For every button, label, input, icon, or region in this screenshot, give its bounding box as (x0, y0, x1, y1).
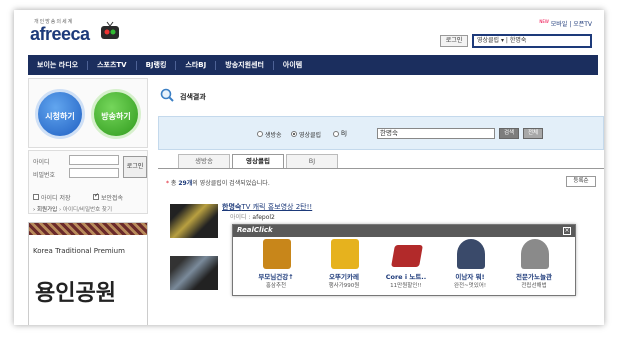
ad-item[interactable]: 오뚜기카레 행사가990원 (313, 239, 375, 295)
open-tv-link[interactable]: 오픈TV (573, 21, 592, 28)
realclick-header (233, 225, 575, 237)
realclick-logo: RealClick (237, 226, 273, 234)
radio-bj-label: BJ (341, 130, 347, 137)
ad-item[interactable]: 전문가노늘관 전립선해법 (503, 239, 565, 295)
search-button[interactable]: 검색 (499, 128, 519, 139)
password-label: 비밀번호 (33, 172, 56, 179)
account-links: › 회원가입 › 아이디/비밀번호 찾기 (33, 205, 112, 213)
search-query-input[interactable]: 한명숙 (377, 128, 495, 139)
ad-item[interactable]: 이남자 뭐! 완전~멋있어! (439, 239, 501, 295)
top-link-separator: | (569, 21, 572, 28)
nav-item-items[interactable]: 아이템 (274, 60, 311, 70)
realclick-ad-popup: RealClick × 부모님건강↑ 홍삼추천 오뚜기카레 행사가990원 Co… (232, 224, 576, 296)
tab-live[interactable]: 생방송 (178, 154, 230, 168)
password-field[interactable] (69, 168, 119, 178)
video-title-link[interactable]: 한명숙TV 캐릭 홍보영상 2탄!! (222, 202, 312, 212)
radio-clip[interactable] (291, 131, 297, 137)
id-field[interactable] (69, 155, 119, 165)
tab-bj[interactable]: BJ (286, 154, 338, 168)
mobile-link[interactable]: 모바일 (551, 21, 568, 28)
join-link[interactable]: › 회원가입 (33, 207, 57, 213)
tv-logo-icon (101, 21, 119, 39)
page-title: 검색결과 (180, 93, 206, 101)
radio-live[interactable] (257, 131, 263, 137)
browser-page: 개인방송의세계 afreeca NEW 모바일 | 오픈TV 로그인 영상클립 … (14, 10, 604, 325)
radio-bj[interactable] (333, 131, 339, 137)
secure-login-checkbox[interactable]: ✓ (93, 192, 99, 200)
search-icon (160, 88, 174, 102)
side-advertisement[interactable]: Korea Traditional Premium 용인공원 (28, 222, 148, 325)
ad-item[interactable]: 부모님건강↑ 홍삼추천 (245, 239, 307, 295)
ad-pattern-border (29, 223, 147, 235)
tab-clip[interactable]: 영상클립 (232, 154, 284, 168)
save-id-label: 아이디 저장 (41, 195, 71, 202)
login-panel: 아이디 비밀번호 로그인 아이디 저장 ✓ 보안접속 › 회원가입 › 아이디/… (28, 150, 148, 214)
find-account-link[interactable]: › 아이디/비밀번호 찾기 (59, 207, 112, 213)
result-count: * 총 29개의 영상클립이 검색되었습니다. (166, 180, 270, 187)
tab-divider (158, 168, 604, 169)
broadcast-button[interactable]: 방송하기 (91, 89, 141, 139)
laptop-product-image (391, 245, 423, 267)
video-thumbnail[interactable] (170, 204, 218, 238)
sort-button[interactable]: 등록순 (566, 176, 596, 187)
nav-item-radio[interactable]: 보이는 라디오 (28, 60, 87, 70)
curry-product-image (331, 239, 359, 269)
id-label: 아이디 (33, 159, 50, 166)
video-thumbnail[interactable] (170, 256, 218, 290)
doctor-portrait-image (521, 239, 549, 269)
watch-button[interactable]: 시청하기 (35, 89, 85, 139)
man-portrait-image (457, 239, 485, 269)
all-button[interactable]: 전체 (523, 128, 543, 139)
ad-item[interactable]: Core i 노트.. 11만원할인!! (375, 239, 437, 295)
close-icon[interactable]: × (563, 227, 571, 235)
nav-item-bj-ranking[interactable]: BJ랭킹 (137, 60, 176, 70)
ginseng-product-image (263, 239, 291, 269)
login-submit-button[interactable]: 로그인 (123, 156, 147, 178)
top-links: NEW 모바일 | 오픈TV (539, 19, 592, 28)
ad-brand-text: 용인공원 (35, 280, 116, 306)
nav-item-support-center[interactable]: 방송지원센터 (216, 60, 273, 70)
radio-clip-label: 영상클립 (299, 132, 322, 139)
main-nav: 보이는 라디오 스포츠TV BJ랭킹 스타BJ 방송지원센터 아이템 (28, 55, 598, 75)
ad-headline: Korea Traditional Premium (33, 247, 125, 255)
radio-live-label: 생방송 (265, 132, 282, 139)
save-id-checkbox[interactable] (33, 194, 39, 200)
nav-item-sports[interactable]: 스포츠TV (88, 60, 136, 70)
secure-login-label: 보안접속 (101, 195, 124, 202)
search-panel: 생방송 영상클립 BJ 한명숙 검색 전체 (158, 116, 604, 150)
video-user: 아이디 : afepol2 (230, 214, 275, 221)
header-search-input[interactable]: 영상클립 ▾ | 한명숙 (472, 34, 592, 48)
nav-item-star-bj[interactable]: 스타BJ (176, 60, 215, 70)
result-count-number: 29개 (178, 180, 193, 187)
new-badge: NEW (539, 19, 549, 24)
quick-action-panel: 시청하기 방송하기 (28, 78, 148, 148)
user-id-link[interactable]: afepol2 (252, 214, 274, 221)
afreeca-logo[interactable]: afreeca (30, 24, 90, 45)
header-login-button[interactable]: 로그인 (440, 35, 468, 47)
